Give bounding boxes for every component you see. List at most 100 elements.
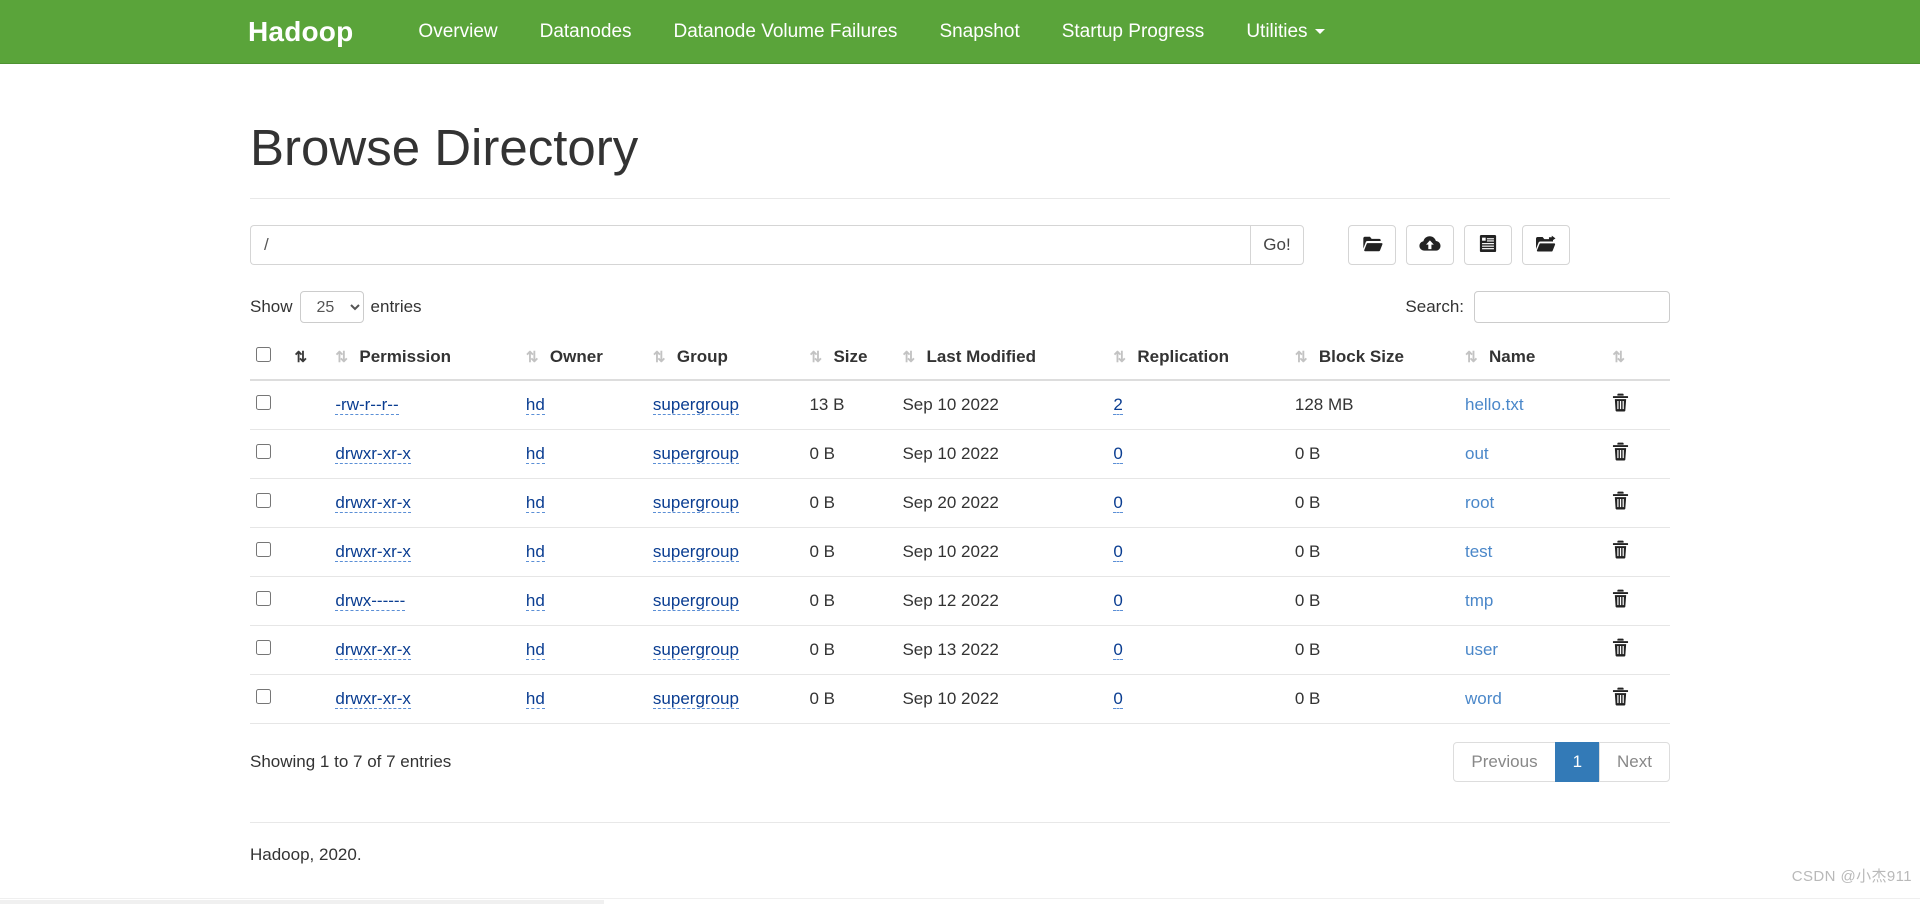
delete-row-button[interactable] — [1612, 540, 1629, 562]
column-header-group[interactable]: ⇅ Group — [646, 337, 804, 382]
paste-move-button[interactable] — [1522, 225, 1570, 266]
replication-link[interactable]: 0 — [1113, 542, 1123, 563]
file-name-link[interactable]: user — [1465, 640, 1498, 659]
table-row: -rw-r--r-- hd supergroup 13 B Sep 10 2022 2 12… — [250, 380, 1670, 431]
replication-link[interactable]: 0 — [1113, 689, 1123, 710]
replication-link[interactable]: 0 — [1113, 640, 1123, 661]
entries-per-page-select[interactable]: 25 — [299, 291, 364, 324]
row-select-checkbox[interactable] — [256, 689, 271, 705]
cell-last-modified: Sep 10 2022 — [896, 429, 1108, 480]
delete-row-button[interactable] — [1612, 491, 1629, 513]
owner-link[interactable]: hd — [525, 542, 545, 563]
permission-link[interactable]: drwxr-xr-x — [335, 689, 411, 710]
column-header-size[interactable]: ⇅ Size — [803, 337, 897, 382]
pagination-page-1-button[interactable]: 1 — [1554, 742, 1601, 783]
file-name-link[interactable]: out — [1465, 444, 1489, 463]
create-directory-button[interactable] — [1348, 225, 1396, 266]
go-button[interactable]: Go! — [1250, 225, 1304, 266]
group-link[interactable]: supergroup — [652, 493, 739, 514]
column-header-name[interactable]: ⇅ Name — [1458, 337, 1607, 382]
sort-icon: ⇅ — [1612, 349, 1625, 367]
pagination: Previous 1 Next — [1453, 742, 1670, 783]
row-select-checkbox[interactable] — [256, 444, 271, 460]
column-header-replication[interactable]: ⇅ Replication — [1107, 337, 1289, 382]
permission-link[interactable]: drwx------ — [335, 591, 406, 612]
nav-item-startup-progress[interactable]: Startup Progress — [1041, 21, 1226, 43]
delete-row-button[interactable] — [1612, 393, 1629, 415]
table-row: drwxr-xr-x hd supergroup 0 B Sep 10 2022 0 0 B… — [250, 527, 1670, 578]
pagination-next-button[interactable]: Next — [1599, 742, 1670, 783]
group-link[interactable]: supergroup — [652, 689, 739, 710]
column-label-permission: Permission — [359, 347, 452, 367]
permission-link[interactable]: -rw-r--r-- — [335, 395, 399, 416]
group-link[interactable]: supergroup — [652, 542, 739, 563]
upload-files-button[interactable] — [1406, 225, 1454, 266]
replication-link[interactable]: 0 — [1113, 444, 1123, 465]
page-footer: Hadoop, 2020. — [250, 822, 1670, 865]
brand-logo[interactable]: Hadoop — [248, 16, 353, 48]
row-select-checkbox[interactable] — [256, 493, 271, 509]
replication-link[interactable]: 2 — [1113, 395, 1123, 416]
search-input[interactable] — [1474, 291, 1670, 324]
delete-row-button[interactable] — [1612, 687, 1629, 709]
file-name-link[interactable]: word — [1465, 689, 1502, 708]
cell-name: root — [1458, 478, 1607, 529]
permission-link[interactable]: drwxr-xr-x — [335, 542, 411, 563]
nav-item-datanodes[interactable]: Datanodes — [519, 21, 653, 43]
file-name-link[interactable]: test — [1465, 542, 1492, 561]
row-select-cell — [250, 478, 289, 529]
owner-link[interactable]: hd — [525, 689, 545, 710]
permission-link[interactable]: drwxr-xr-x — [335, 640, 411, 661]
cell-actions — [1606, 674, 1670, 725]
nav-item-utilities[interactable]: Utilities — [1225, 21, 1345, 43]
group-link[interactable]: supergroup — [652, 444, 739, 465]
table-row: drwx------ hd supergroup 0 B Sep 12 2022 0 0 B… — [250, 576, 1670, 627]
group-link[interactable]: supergroup — [652, 640, 739, 661]
owner-link[interactable]: hd — [525, 493, 545, 514]
delete-row-button[interactable] — [1612, 638, 1629, 660]
pagination-previous-button[interactable]: Previous — [1453, 742, 1556, 783]
row-sort-header[interactable]: ⇅ — [288, 337, 330, 382]
cell-permission: drwxr-xr-x — [329, 674, 520, 725]
nav-item-snapshot[interactable]: Snapshot — [918, 21, 1040, 43]
group-link[interactable]: supergroup — [652, 395, 739, 416]
select-all-checkbox[interactable] — [256, 347, 271, 363]
replication-link[interactable]: 0 — [1113, 591, 1123, 612]
path-input[interactable] — [250, 225, 1250, 266]
row-select-checkbox[interactable] — [256, 591, 271, 607]
row-select-checkbox[interactable] — [256, 542, 271, 558]
cell-owner: hd — [519, 576, 647, 627]
file-name-link[interactable]: hello.txt — [1465, 395, 1524, 414]
sort-icon: ⇅ — [1294, 349, 1308, 367]
main-container: Browse Directory Go! — [250, 64, 1670, 865]
sort-descending-icon: ⇅ — [294, 349, 308, 367]
path-toolbar: Go! — [250, 225, 1670, 266]
cell-name: word — [1458, 674, 1607, 725]
row-select-cell — [250, 429, 289, 480]
file-name-link[interactable]: tmp — [1465, 591, 1493, 610]
clipboard-list-button[interactable] — [1464, 225, 1512, 266]
search-control: Search: — [1405, 291, 1670, 324]
permission-link[interactable]: drwxr-xr-x — [335, 493, 411, 514]
row-select-checkbox[interactable] — [256, 395, 271, 411]
column-header-owner[interactable]: ⇅ Owner — [519, 337, 647, 382]
column-label-replication: Replication — [1137, 347, 1230, 367]
nav-item-datanode-volume-failures[interactable]: Datanode Volume Failures — [653, 21, 919, 43]
replication-link[interactable]: 0 — [1113, 493, 1123, 514]
cell-permission: drwxr-xr-x — [329, 429, 520, 480]
owner-link[interactable]: hd — [525, 640, 545, 661]
permission-link[interactable]: drwxr-xr-x — [335, 444, 411, 465]
delete-row-button[interactable] — [1612, 589, 1629, 611]
bottom-scrollbar[interactable] — [0, 898, 1920, 904]
row-select-checkbox[interactable] — [256, 640, 271, 656]
column-header-permission[interactable]: ⇅ Permission — [329, 337, 520, 382]
file-name-link[interactable]: root — [1465, 493, 1494, 512]
owner-link[interactable]: hd — [525, 444, 545, 465]
owner-link[interactable]: hd — [525, 591, 545, 612]
group-link[interactable]: supergroup — [652, 591, 739, 612]
column-header-last-modified[interactable]: ⇅ Last Modified — [896, 337, 1108, 382]
delete-row-button[interactable] — [1612, 442, 1629, 464]
nav-item-overview[interactable]: Overview — [397, 21, 518, 43]
owner-link[interactable]: hd — [525, 395, 545, 416]
column-header-block-size[interactable]: ⇅ Block Size — [1288, 337, 1459, 382]
